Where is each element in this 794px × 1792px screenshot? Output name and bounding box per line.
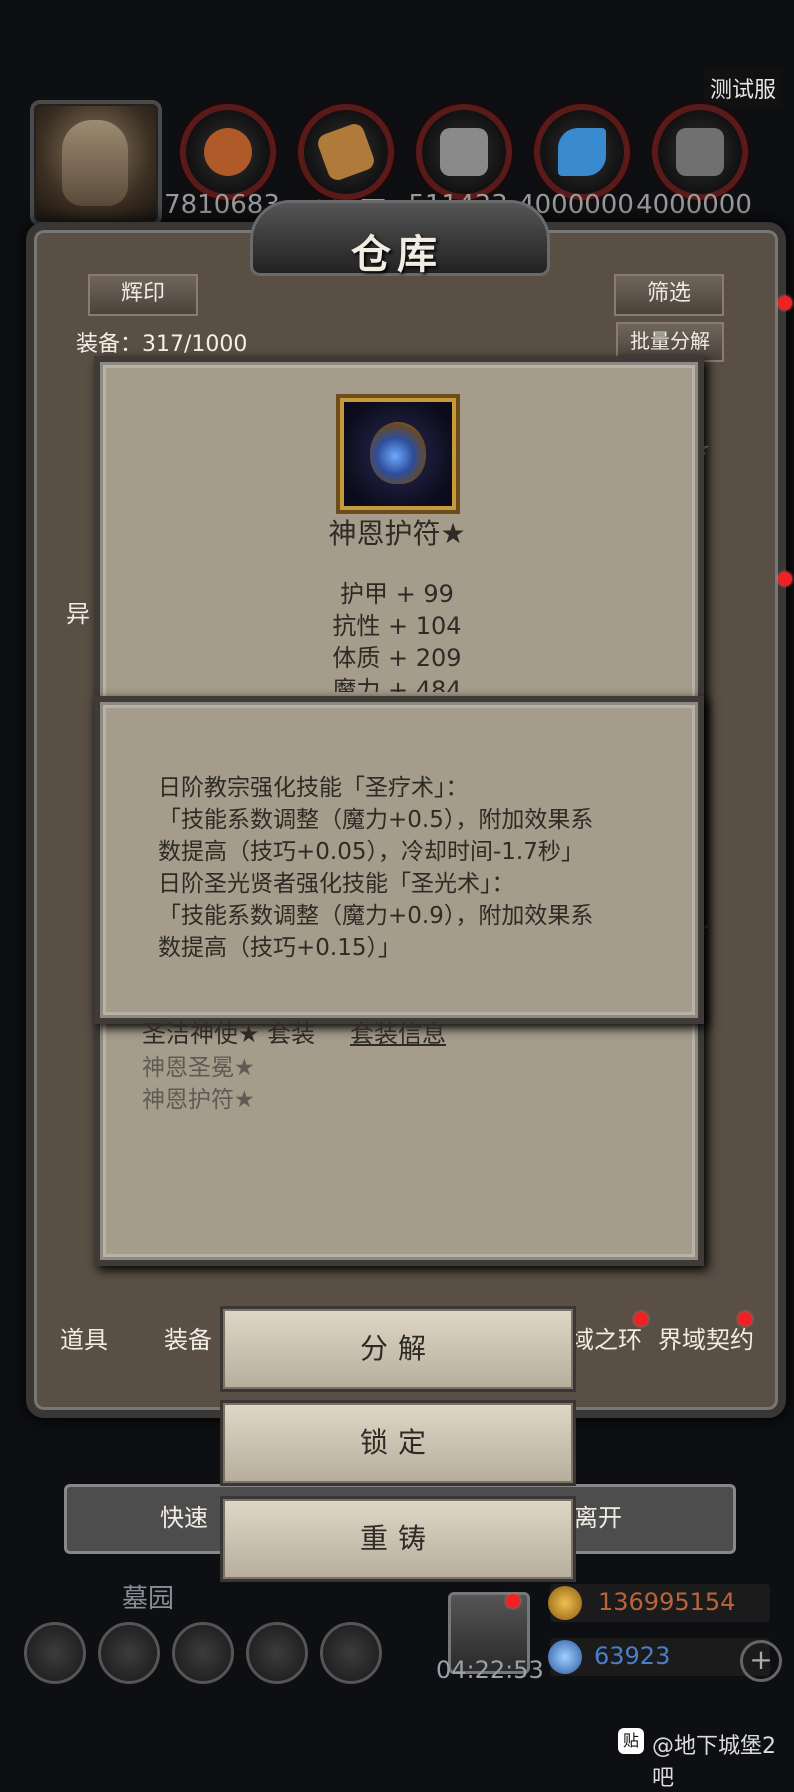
blue-gem-icon xyxy=(548,1640,582,1674)
gold-value: 136995154 xyxy=(598,1588,736,1616)
tab-items[interactable]: 道具 xyxy=(60,1320,108,1355)
set-title: 圣洁神使★ 套装 xyxy=(142,1020,316,1048)
hero-icon[interactable] xyxy=(172,1622,234,1684)
notification-dot xyxy=(738,1312,752,1326)
map-name: 墓园 xyxy=(122,1584,175,1614)
set-piece: 神恩圣冕★ xyxy=(142,1055,255,1081)
description-line: 数提高（技巧+0.15）」 xyxy=(158,935,401,961)
tab-contract[interactable]: 界域契约 xyxy=(658,1320,754,1355)
mail-icon[interactable] xyxy=(246,1622,308,1684)
item-icon-frame xyxy=(340,398,456,510)
avatar-face-icon xyxy=(62,120,128,206)
resource-icon-4[interactable] xyxy=(534,104,630,200)
countdown-timer: 04:22:53 xyxy=(436,1656,544,1684)
lock-button[interactable]: 锁定 xyxy=(220,1400,576,1486)
server-tag: 测试服 xyxy=(703,68,782,108)
settings-icon[interactable] xyxy=(24,1622,86,1684)
watermark: @地下城堡2吧 xyxy=(652,1734,776,1791)
forum-logo-icon: 贴 xyxy=(618,1728,644,1754)
item-stat: 护甲 + 99 xyxy=(340,580,454,608)
tab-equipment[interactable]: 装备 xyxy=(164,1320,212,1355)
notification-dot xyxy=(634,1312,648,1326)
description-line: 数提高（技巧+0.05），冷却时间-1.7秒」 xyxy=(158,839,584,865)
leave-button[interactable]: 离开 xyxy=(574,1498,622,1533)
resource-icon-5[interactable] xyxy=(652,104,748,200)
description-line: 日阶教宗强化技能「圣疗术」： xyxy=(158,775,469,801)
amulet-icon xyxy=(370,422,426,484)
player-avatar[interactable] xyxy=(30,100,162,226)
resource-icon-1[interactable] xyxy=(180,104,276,200)
filter-button[interactable]: 筛选 xyxy=(614,274,724,316)
quick-button[interactable]: 快速 xyxy=(160,1498,208,1533)
gold-coin-icon xyxy=(548,1586,582,1620)
item-name: 神恩护符★ xyxy=(328,517,466,550)
chest-icon[interactable] xyxy=(320,1622,382,1684)
add-currency-button[interactable]: + xyxy=(740,1640,782,1682)
panel-title: 仓库 xyxy=(351,232,443,278)
set-info-link[interactable]: 套装信息 xyxy=(350,1014,446,1049)
gem-value: 63923 xyxy=(594,1642,671,1670)
notification-dot xyxy=(506,1594,520,1608)
description-line: 日阶圣光贤者强化技能「圣光术」： xyxy=(158,871,515,897)
item-stat: 抗性 + 104 xyxy=(332,612,462,640)
rune-button[interactable]: 辉印 xyxy=(88,274,198,316)
resource-icon-2[interactable] xyxy=(298,104,394,200)
skill-description: 日阶教宗强化技能「圣疗术」： 「技能系数调整（魔力+0.5），附加效果系 数提高… xyxy=(158,772,628,964)
set-piece: 神恩护符★ xyxy=(142,1087,255,1113)
tab-ring[interactable]: 域之环 xyxy=(570,1320,642,1355)
resource-value-5: 4000000 xyxy=(636,190,752,220)
item-stat: 体质 + 209 xyxy=(332,644,462,672)
notification-dot xyxy=(778,296,792,310)
reforge-button[interactable]: 重铸 xyxy=(220,1496,576,1582)
equipment-count: 装备：317/1000 xyxy=(76,332,248,357)
description-line: 「技能系数调整（魔力+0.9），附加效果系 xyxy=(158,903,594,929)
description-line: 「技能系数调整（魔力+0.5），附加效果系 xyxy=(158,807,594,833)
skills-icon[interactable] xyxy=(98,1622,160,1684)
resource-icon-3[interactable] xyxy=(416,104,512,200)
item-stat: 魔力 + 484 xyxy=(332,676,462,692)
decompose-button[interactable]: 分解 xyxy=(220,1306,576,1392)
